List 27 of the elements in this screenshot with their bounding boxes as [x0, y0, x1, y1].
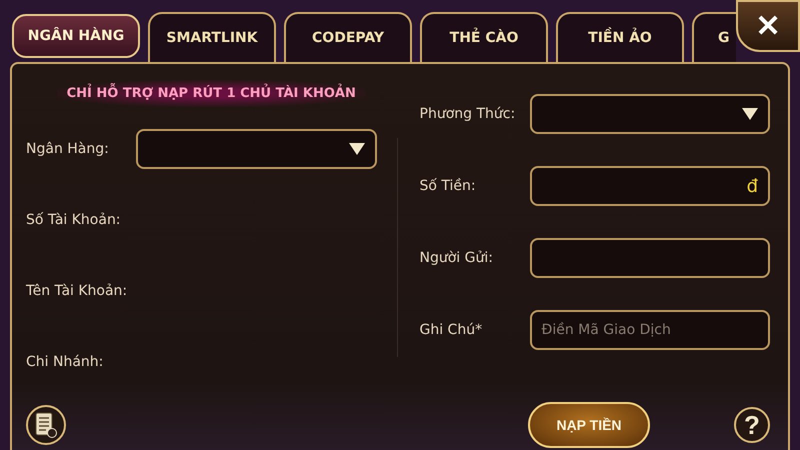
caret-icon [348, 142, 364, 154]
tab[interactable]: THẺ CÀO [420, 12, 548, 62]
tab[interactable]: CODEPAY [284, 12, 412, 62]
caret-icon [742, 108, 758, 120]
deposit-button[interactable]: NẠP TIỀN [528, 402, 650, 448]
field-label: Ngân Hàng: [26, 140, 110, 156]
input-field[interactable] [530, 238, 770, 278]
input-field[interactable]: Điền Mã Giao Dịch [530, 310, 770, 350]
close-button[interactable]: ✕ [736, 0, 800, 52]
tab[interactable]: G [692, 12, 736, 62]
document-icon [35, 412, 57, 438]
field-label: Số Tiền: [420, 178, 477, 194]
tab[interactable]: SMARTLINK [148, 12, 276, 62]
tab[interactable]: NGÂN HÀNG [12, 14, 140, 58]
dropdown-field[interactable] [530, 94, 770, 134]
field-label: Chi Nhánh: [26, 354, 104, 370]
dropdown-field[interactable] [136, 128, 376, 168]
history-button[interactable] [26, 405, 66, 445]
field-label: Người Gửi: [420, 250, 494, 266]
tab[interactable]: TIỀN ẢO [556, 12, 684, 62]
notice-banner: CHỈ HỖ TRỢ NẠP RÚT 1 CHỦ TÀI KHOẢN [56, 80, 366, 107]
field-label: Phương Thức: [420, 106, 516, 122]
field-label: Ghi Chú* [420, 322, 484, 338]
field-label: Số Tài Khoản: [26, 212, 122, 228]
help-button[interactable]: ? [734, 407, 770, 443]
input-field[interactable]: đ [530, 166, 770, 206]
field-label: Tên Tài Khoản: [26, 282, 128, 298]
